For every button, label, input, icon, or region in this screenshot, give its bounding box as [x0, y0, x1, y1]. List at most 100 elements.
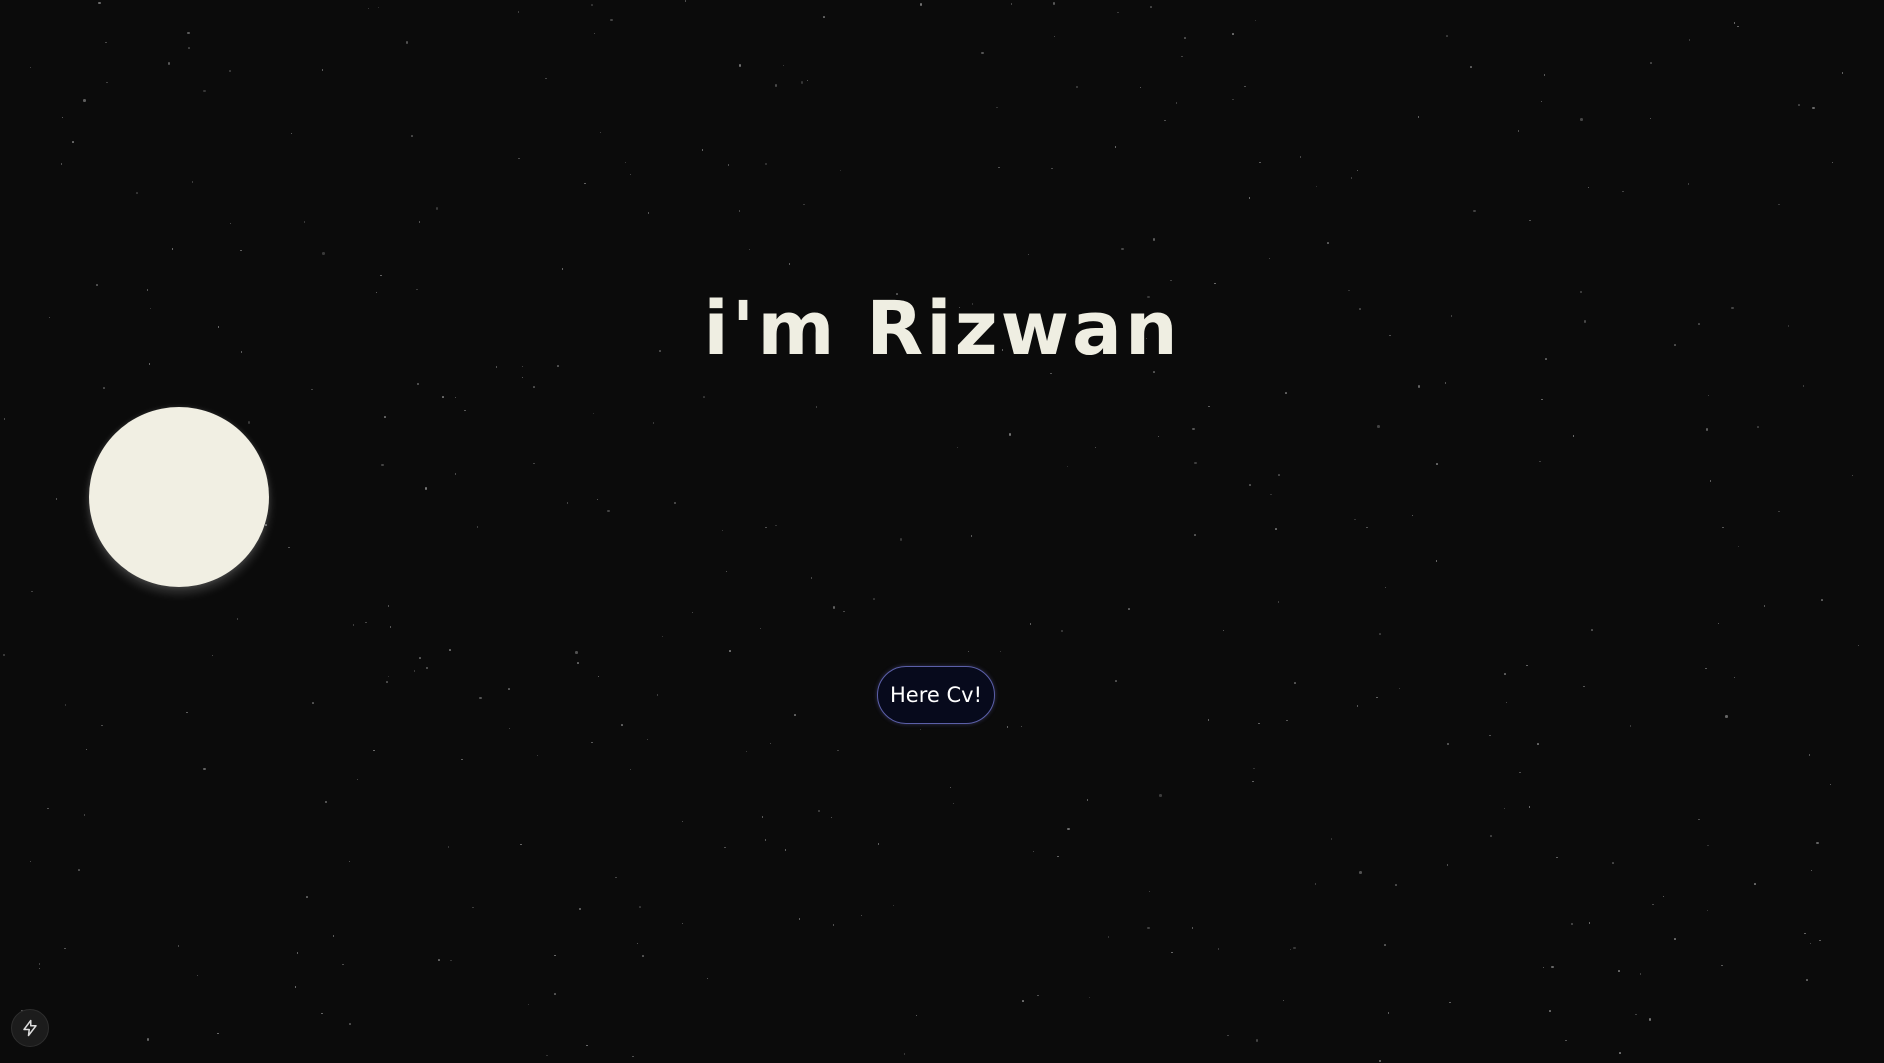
- star: [1115, 680, 1117, 682]
- quick-action-button[interactable]: [11, 1009, 49, 1047]
- star: [294, 986, 297, 988]
- star: [1539, 460, 1541, 463]
- star: [1022, 1000, 1024, 1002]
- star: [873, 598, 875, 600]
- star: [3, 418, 6, 420]
- star: [1032, 850, 1035, 853]
- star: [1268, 257, 1271, 260]
- star: [546, 1054, 548, 1056]
- star: [418, 221, 421, 223]
- star: [1227, 1034, 1229, 1037]
- star: [1537, 743, 1539, 745]
- star: [508, 727, 511, 730]
- star: [1737, 25, 1739, 28]
- star: [1806, 979, 1808, 981]
- star: [642, 955, 644, 957]
- star: [106, 81, 108, 84]
- star: [1050, 372, 1052, 375]
- star: [476, 526, 479, 528]
- star: [1470, 66, 1472, 68]
- star: [798, 918, 801, 920]
- star: [1194, 534, 1196, 536]
- star: [236, 618, 239, 620]
- star: [1580, 118, 1583, 121]
- star: [1687, 183, 1690, 185]
- star: [187, 31, 190, 35]
- star: [146, 1038, 150, 1041]
- star: [521, 376, 524, 379]
- star: [639, 906, 641, 908]
- star: [586, 1044, 588, 1047]
- star: [229, 70, 231, 72]
- star: [1128, 608, 1130, 610]
- star: [247, 421, 251, 424]
- star: [815, 406, 818, 408]
- star: [1841, 72, 1844, 74]
- star: [1473, 209, 1476, 213]
- star: [591, 4, 593, 6]
- cv-button[interactable]: Here Cv!: [877, 666, 995, 724]
- star: [949, 786, 952, 789]
- star: [1629, 725, 1632, 727]
- star: [794, 714, 796, 716]
- star: [1027, 253, 1030, 256]
- star: [599, 131, 602, 134]
- star: [1255, 1039, 1259, 1042]
- star: [461, 758, 463, 761]
- star: [803, 203, 805, 206]
- star: [647, 212, 650, 214]
- star: [843, 610, 845, 613]
- star: [1648, 1018, 1652, 1021]
- star: [832, 606, 836, 609]
- star: [387, 675, 390, 678]
- star: [636, 942, 639, 945]
- star: [1170, 279, 1172, 282]
- star: [830, 816, 833, 819]
- star: [1587, 186, 1590, 189]
- star: [1217, 948, 1220, 950]
- star: [1528, 806, 1531, 808]
- star: [411, 135, 413, 137]
- star: [1489, 734, 1491, 737]
- star: [1270, 493, 1272, 496]
- star: [554, 993, 556, 995]
- star: [1612, 862, 1614, 864]
- star: [1184, 37, 1186, 39]
- star: [607, 509, 610, 513]
- star: [577, 662, 579, 664]
- star: [661, 635, 664, 638]
- star: [1622, 190, 1624, 193]
- star: [1378, 1059, 1382, 1063]
- star: [384, 416, 386, 418]
- star: [1503, 807, 1506, 810]
- star: [1148, 890, 1151, 893]
- star: [416, 288, 418, 291]
- star: [146, 289, 149, 291]
- star: [1066, 465, 1069, 468]
- star: [729, 650, 731, 652]
- star: [765, 526, 767, 529]
- star: [1282, 999, 1285, 1002]
- star: [1376, 696, 1378, 699]
- star: [1366, 526, 1368, 529]
- star: [1505, 701, 1508, 704]
- star: [1348, 289, 1350, 292]
- star: [1812, 106, 1815, 110]
- star: [1171, 951, 1173, 954]
- star: [1763, 605, 1766, 607]
- star: [1330, 838, 1333, 840]
- star: [303, 221, 306, 223]
- star: [1798, 104, 1800, 106]
- star: [1778, 510, 1780, 513]
- star: [47, 807, 49, 810]
- star: [1214, 282, 1216, 285]
- star: [1299, 156, 1302, 158]
- star: [591, 741, 593, 744]
- star: [1674, 938, 1676, 940]
- star: [788, 263, 791, 265]
- star: [29, 860, 32, 863]
- star: [1175, 102, 1178, 104]
- moon-circle: [89, 407, 269, 587]
- star: [425, 666, 429, 670]
- star: [386, 681, 388, 683]
